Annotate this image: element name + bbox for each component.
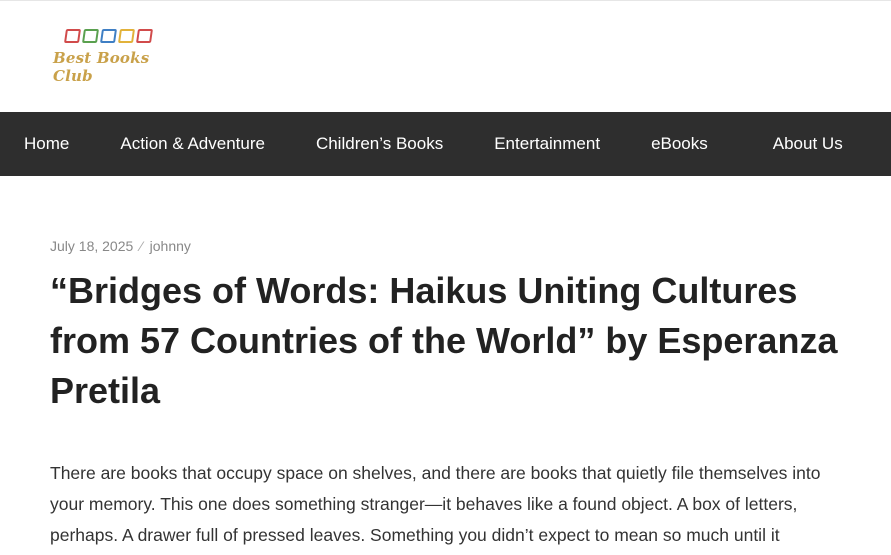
book-icon-green — [82, 29, 99, 43]
nav-item-ebooks[interactable]: eBooks — [651, 134, 708, 154]
book-icon-yellow — [118, 29, 135, 43]
book-icon-blue — [100, 29, 117, 43]
nav-item-about-us[interactable]: About Us — [773, 134, 843, 154]
post-title: “Bridges of Words: Haikus Uniting Cultur… — [50, 270, 838, 411]
nav-item-action-adventure[interactable]: Action & Adventure — [120, 134, 265, 154]
site-header: Best Books Club — [0, 1, 891, 112]
post-content: July 18, 2025 ⁄ johnny “Bridges of Words… — [0, 238, 891, 555]
logo-text: Best Books Club — [53, 49, 150, 85]
book-icon-red — [64, 29, 81, 43]
nav-item-entertainment[interactable]: Entertainment — [494, 134, 600, 154]
main-navigation: Home Action & Adventure Children’s Books… — [0, 112, 891, 176]
meta-separator: ⁄ — [140, 238, 143, 254]
post-date[interactable]: July 18, 2025 — [50, 238, 133, 254]
post-meta: July 18, 2025 ⁄ johnny — [50, 238, 841, 254]
nav-item-childrens-books[interactable]: Children’s Books — [316, 134, 443, 154]
nav-item-home[interactable]: Home — [24, 134, 69, 154]
post-author[interactable]: johnny — [150, 238, 191, 254]
book-icon-red-2 — [136, 29, 153, 43]
site-logo[interactable]: Best Books Club — [53, 29, 183, 85]
post-body: There are books that occupy space on she… — [50, 463, 821, 545]
books-icon — [64, 29, 183, 43]
